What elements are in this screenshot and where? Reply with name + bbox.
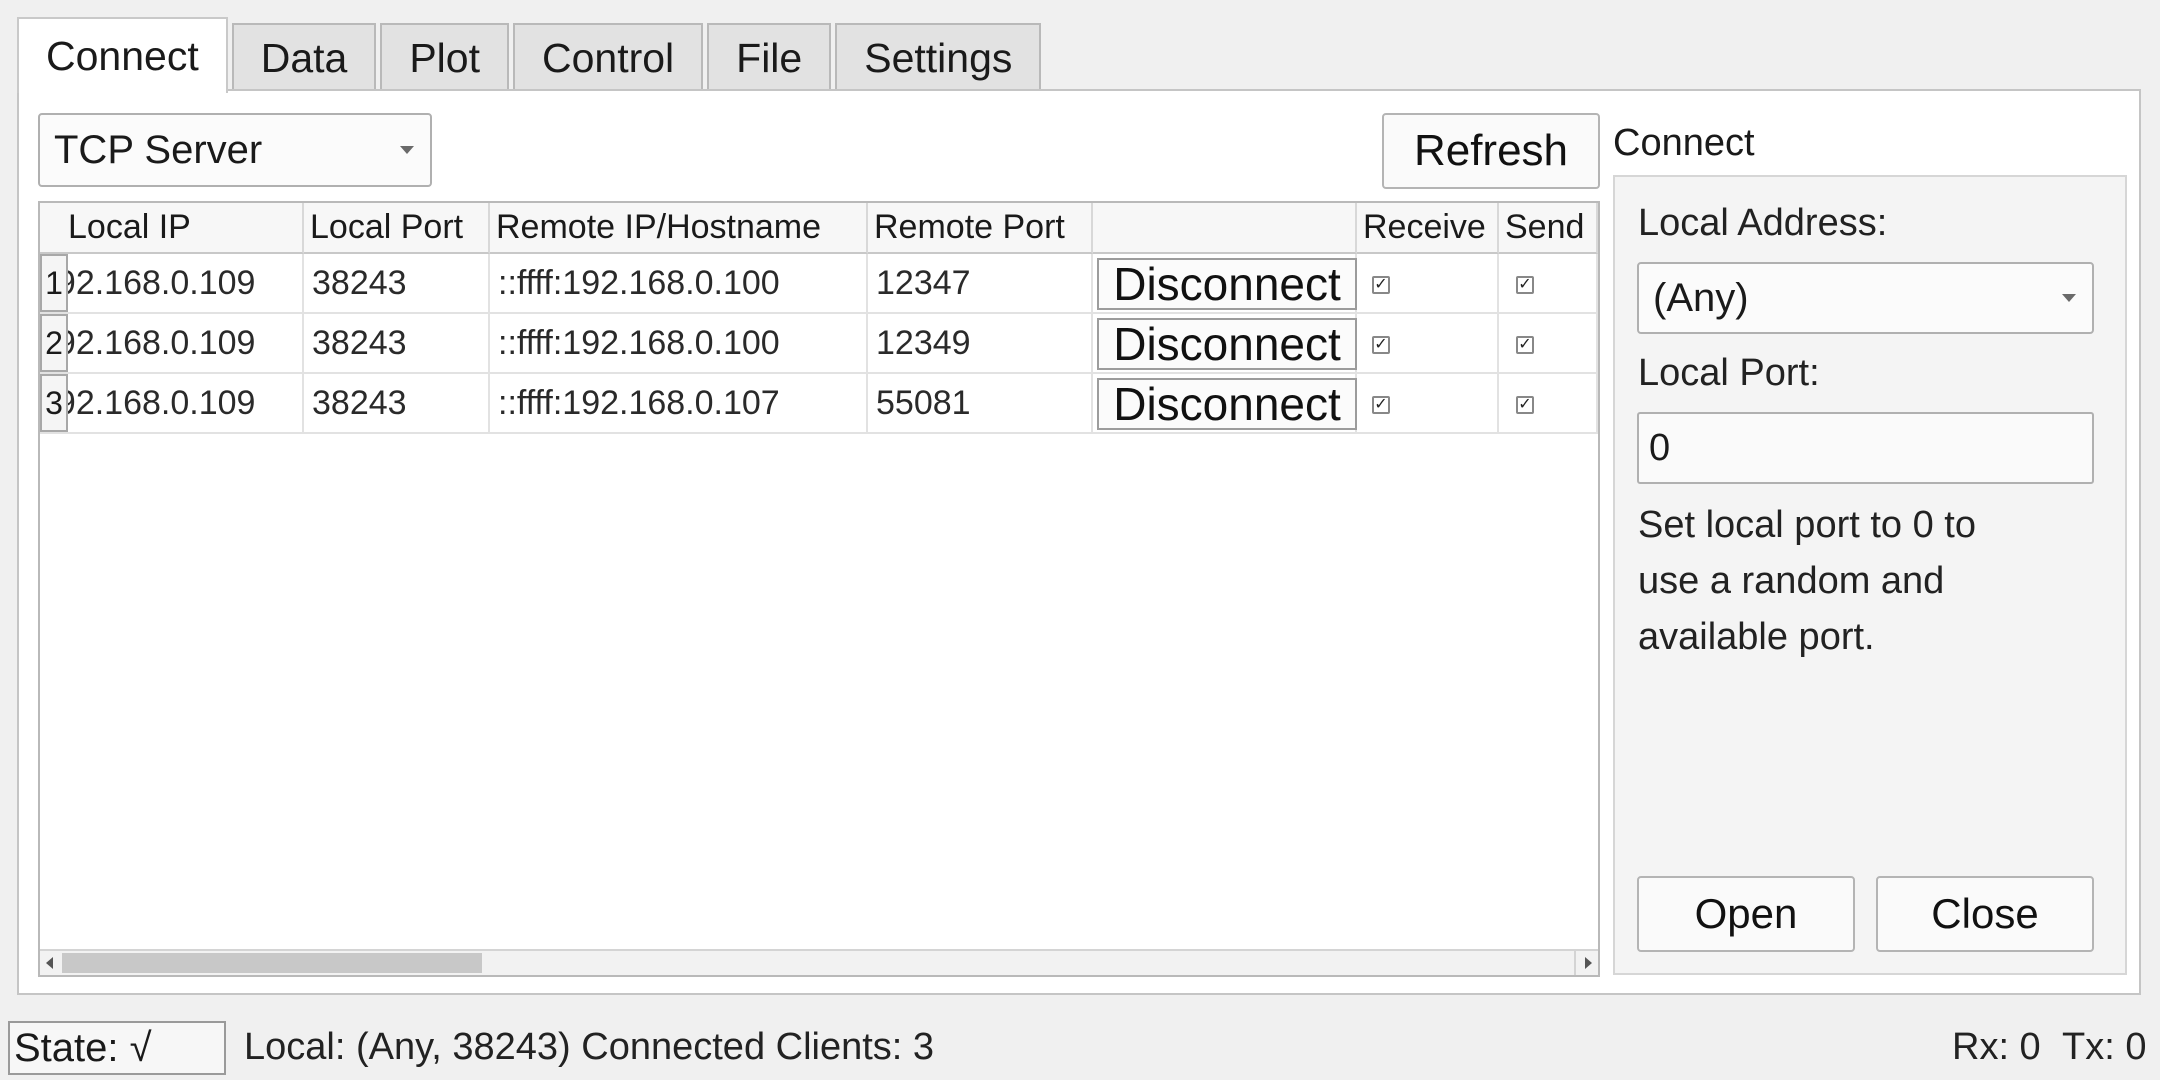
open-button[interactable]: Open <box>1637 876 1855 952</box>
cell-local-ip: 192.168.0.109 <box>40 314 304 374</box>
local-address-value: (Any) <box>1653 275 1749 320</box>
send-checkbox[interactable]: ✓ <box>1516 396 1534 414</box>
cell-local-port: 38243 <box>304 374 490 434</box>
tab-settings[interactable]: Settings <box>835 23 1042 91</box>
col-header-send[interactable]: Send <box>1499 203 1598 254</box>
tab-data[interactable]: Data <box>231 23 377 91</box>
cell-remote-port: 12349 <box>868 314 1093 374</box>
cell-send <box>1499 254 1598 314</box>
cell-local-port: 38243 <box>304 314 490 374</box>
row-number[interactable]: 2 <box>40 314 68 372</box>
tx-counter: Tx: 0 <box>2062 1026 2147 1068</box>
horizontal-scrollbar[interactable] <box>40 949 1598 975</box>
row-number[interactable]: 1 <box>40 254 68 312</box>
mode-select-value: TCP Server <box>54 127 263 172</box>
disconnect-button[interactable]: Disconnect <box>1097 258 1357 310</box>
tab-file[interactable]: File <box>707 23 832 91</box>
table-row: 192.168.0.109 2 38243 ::ffff:192.168.0.1… <box>40 314 1598 374</box>
local-address-label: Local Address: <box>1638 202 1888 244</box>
table-row: 192.168.0.109 1 38243 ::ffff:192.168.0.1… <box>40 254 1598 314</box>
help-line: available port. <box>1638 616 1875 658</box>
state-indicator: State: √ <box>8 1021 226 1075</box>
mode-select[interactable]: TCP Server <box>38 113 432 187</box>
scroll-right-icon[interactable] <box>1585 957 1592 969</box>
refresh-button[interactable]: Refresh <box>1382 113 1600 189</box>
help-line: Set local port to 0 to <box>1638 504 1976 546</box>
col-header-remote-ip[interactable]: Remote IP/Hostname <box>490 203 868 254</box>
cell-remote-ip: ::ffff:192.168.0.100 <box>490 254 868 314</box>
col-header-action[interactable] <box>1093 203 1357 254</box>
rx-counter: Rx: 0 <box>1952 1026 2041 1068</box>
tab-bar: Connect Data Plot Control File Settings <box>17 17 1045 93</box>
close-button[interactable]: Close <box>1876 876 2094 952</box>
disconnect-button[interactable]: Disconnect <box>1097 318 1357 370</box>
tab-connect[interactable]: Connect <box>17 17 228 93</box>
col-header-local-port[interactable]: Local Port <box>304 203 490 254</box>
tab-control[interactable]: Control <box>512 23 704 91</box>
col-header-remote-port[interactable]: Remote Port <box>868 203 1093 254</box>
local-port-help-text: Set local port to 0 to use a random and … <box>1638 497 1976 665</box>
cell-local-ip: 192.168.0.109 <box>40 374 304 434</box>
cell-send <box>1499 374 1598 434</box>
local-status-text: Local: (Any, 38243) Connected Clients: 3 <box>244 1026 935 1068</box>
help-line: use a random and <box>1638 560 1945 602</box>
disconnect-button[interactable]: Disconnect <box>1097 378 1357 430</box>
row-number[interactable]: 3 <box>40 374 68 432</box>
receive-checkbox[interactable]: ✓ <box>1372 336 1390 354</box>
table-row: 192.168.0.109 3 38243 ::ffff:192.168.0.1… <box>40 374 1598 434</box>
cell-local-port: 38243 <box>304 254 490 314</box>
send-checkbox[interactable]: ✓ <box>1516 276 1534 294</box>
receive-checkbox[interactable]: ✓ <box>1372 396 1390 414</box>
cell-remote-ip: ::ffff:192.168.0.100 <box>490 314 868 374</box>
cell-remote-port: 55081 <box>868 374 1093 434</box>
chevron-down-icon <box>2062 294 2076 302</box>
scrollbar-thumb[interactable] <box>62 953 482 973</box>
connections-table: Local IP Local Port Remote IP/Hostname R… <box>38 201 1600 977</box>
local-address-select[interactable]: (Any) <box>1637 262 2094 334</box>
cell-send <box>1499 314 1598 374</box>
cell-local-ip: 192.168.0.109 <box>40 254 304 314</box>
local-port-field[interactable]: 0 <box>1637 412 2094 484</box>
col-header-receive[interactable]: Receive <box>1357 203 1499 254</box>
cell-remote-port: 12347 <box>868 254 1093 314</box>
connect-group-title: Connect <box>1613 122 1755 164</box>
tab-plot[interactable]: Plot <box>380 23 509 91</box>
chevron-down-icon <box>400 146 414 154</box>
scroll-left-icon[interactable] <box>46 957 53 969</box>
receive-checkbox[interactable]: ✓ <box>1372 276 1390 294</box>
send-checkbox[interactable]: ✓ <box>1516 336 1534 354</box>
cell-remote-ip: ::ffff:192.168.0.107 <box>490 374 868 434</box>
col-header-local-ip[interactable]: Local IP <box>40 203 304 254</box>
local-port-label: Local Port: <box>1638 352 1820 394</box>
